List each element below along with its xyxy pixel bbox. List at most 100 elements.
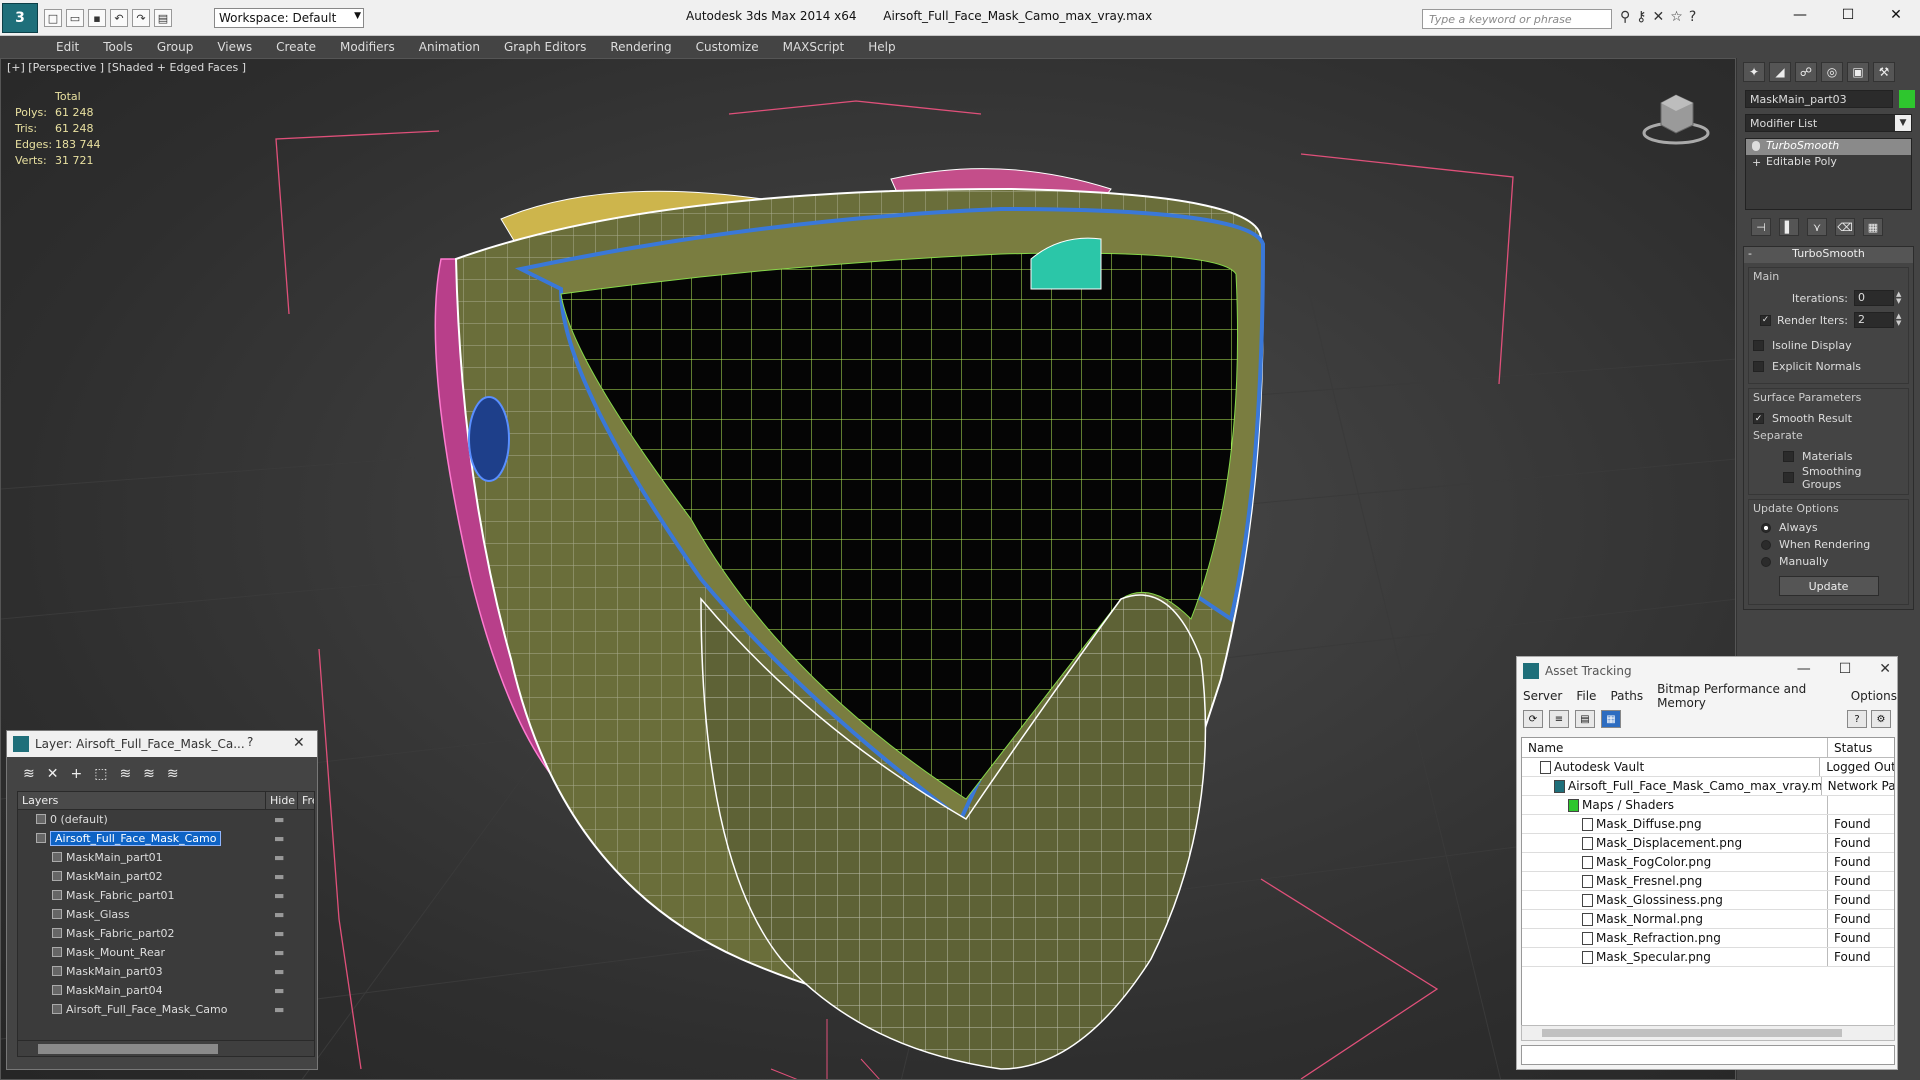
column-layers[interactable]: Layers bbox=[18, 792, 266, 809]
menu-rendering[interactable]: Rendering bbox=[610, 40, 671, 54]
menu-edit[interactable]: Edit bbox=[56, 40, 79, 54]
asset-row[interactable]: Autodesk Vault Logged Out bbox=[1522, 758, 1894, 777]
menu-server[interactable]: Server bbox=[1523, 689, 1562, 703]
configure-sets-icon[interactable]: ▦ bbox=[1863, 218, 1883, 236]
asset-row[interactable]: Mask_Glossiness.png Found bbox=[1522, 891, 1894, 910]
close-button[interactable]: ✕ bbox=[1872, 0, 1920, 30]
layer-row[interactable]: Mask_Mount_Rear ▬ bbox=[18, 943, 314, 962]
render-iters-spinner[interactable]: 2 bbox=[1854, 312, 1894, 328]
close-button[interactable]: ✕ bbox=[1879, 661, 1891, 677]
hide-toggle-icon[interactable]: ▬ bbox=[274, 889, 284, 902]
minimize-button[interactable]: — bbox=[1797, 661, 1811, 677]
menu-file[interactable]: File bbox=[1576, 689, 1596, 703]
exchange-icon[interactable]: ✕ bbox=[1653, 9, 1665, 25]
table-view-icon[interactable]: ▦ bbox=[1601, 710, 1621, 728]
key-icon[interactable]: ⚷ bbox=[1636, 9, 1646, 25]
refresh-icon[interactable]: ⟳ bbox=[1523, 710, 1543, 728]
asset-path-field[interactable] bbox=[1521, 1045, 1895, 1065]
close-icon[interactable]: ✕ bbox=[293, 735, 305, 751]
select-in-layer-icon[interactable]: ⬚ bbox=[94, 766, 107, 782]
motion-tab-icon[interactable]: ◎ bbox=[1821, 62, 1843, 82]
menu-help[interactable]: Help bbox=[868, 40, 895, 54]
object-color-swatch[interactable] bbox=[1899, 90, 1915, 108]
workspace-dropdown[interactable]: Workspace: Default ▼ bbox=[214, 8, 364, 28]
materials-checkbox[interactable] bbox=[1783, 451, 1794, 462]
asset-row[interactable]: Mask_Displacement.png Found bbox=[1522, 834, 1894, 853]
modify-tab-icon[interactable]: ◢ bbox=[1769, 62, 1791, 82]
hide-toggle-icon[interactable]: ▬ bbox=[274, 908, 284, 921]
iterations-spinner[interactable]: 0 bbox=[1854, 290, 1894, 306]
help-icon[interactable]: ? bbox=[1689, 9, 1696, 25]
update-button[interactable]: Update bbox=[1778, 576, 1879, 596]
layer-row[interactable]: Airsoft_Full_Face_Mask_Camo ▬ bbox=[18, 829, 314, 848]
layer-row[interactable]: MaskMain_part04 ▬ bbox=[18, 981, 314, 1000]
freeze-all-layers-icon[interactable]: ≋ bbox=[167, 766, 179, 782]
undo-icon[interactable]: ↶ bbox=[110, 9, 128, 27]
hide-toggle-icon[interactable]: ▬ bbox=[274, 984, 284, 997]
always-radio[interactable] bbox=[1761, 522, 1771, 533]
save-icon[interactable]: ▪ bbox=[88, 9, 106, 27]
column-status[interactable]: Status bbox=[1828, 738, 1878, 757]
menu-bitmap-performance[interactable]: Bitmap Performance and Memory bbox=[1657, 682, 1837, 710]
lightbulb-icon[interactable] bbox=[1752, 141, 1760, 151]
menu-group[interactable]: Group bbox=[157, 40, 194, 54]
hide-toggle-icon[interactable]: ▬ bbox=[274, 870, 284, 883]
menu-modifiers[interactable]: Modifiers bbox=[340, 40, 395, 54]
layer-row[interactable]: 0 (default) ▬ bbox=[18, 810, 314, 829]
column-freeze[interactable]: Fre bbox=[298, 792, 314, 809]
rollout-header[interactable]: - TurboSmooth bbox=[1744, 247, 1913, 263]
help-icon[interactable]: ? bbox=[247, 735, 253, 749]
column-hide[interactable]: Hide bbox=[266, 792, 298, 809]
horizontal-scrollbar[interactable] bbox=[1521, 1025, 1895, 1041]
maximize-button[interactable]: ☐ bbox=[1824, 0, 1872, 30]
stack-item-turbosmooth[interactable]: TurboSmooth bbox=[1746, 139, 1911, 155]
redo-icon[interactable]: ↷ bbox=[132, 9, 150, 27]
stack-item-editable-poly[interactable]: + Editable Poly bbox=[1746, 155, 1911, 171]
help-icon[interactable]: ? bbox=[1847, 710, 1867, 728]
asset-row[interactable]: Mask_Diffuse.png Found bbox=[1522, 815, 1894, 834]
asset-row[interactable]: Mask_Refraction.png Found bbox=[1522, 929, 1894, 948]
isoline-display-checkbox[interactable] bbox=[1753, 340, 1764, 351]
expand-plus-icon[interactable]: + bbox=[1752, 156, 1761, 169]
layer-row[interactable]: Airsoft_Full_Face_Mask_Camo ▬ bbox=[18, 1000, 314, 1019]
asset-row[interactable]: Mask_Specular.png Found bbox=[1522, 948, 1894, 967]
render-iters-checkbox[interactable]: ✓ bbox=[1760, 314, 1772, 326]
create-tab-icon[interactable]: ✦ bbox=[1743, 62, 1765, 82]
app-logo-icon[interactable]: 3 bbox=[2, 3, 38, 33]
menu-tools[interactable]: Tools bbox=[103, 40, 133, 54]
select-layer-icon[interactable]: ≋ bbox=[119, 766, 131, 782]
menu-paths[interactable]: Paths bbox=[1610, 689, 1643, 703]
add-to-layer-icon[interactable]: + bbox=[70, 766, 82, 782]
layer-row[interactable]: MaskMain_part01 ▬ bbox=[18, 848, 314, 867]
smooth-result-checkbox[interactable]: ✓ bbox=[1753, 413, 1764, 424]
utilities-tab-icon[interactable]: ⚒ bbox=[1873, 62, 1895, 82]
menu-views[interactable]: Views bbox=[217, 40, 252, 54]
display-tab-icon[interactable]: ▣ bbox=[1847, 62, 1869, 82]
hide-toggle-icon[interactable]: ▬ bbox=[274, 832, 284, 845]
open-file-icon[interactable]: ▭ bbox=[66, 9, 84, 27]
minimize-button[interactable]: — bbox=[1776, 0, 1824, 30]
layer-row[interactable]: MaskMain_part03 ▬ bbox=[18, 962, 314, 981]
smoothing-groups-checkbox[interactable] bbox=[1783, 472, 1794, 483]
viewport-label[interactable]: [+] [Perspective ] [Shaded + Edged Faces… bbox=[7, 61, 246, 74]
layer-row[interactable]: MaskMain_part02 ▬ bbox=[18, 867, 314, 886]
menu-create[interactable]: Create bbox=[276, 40, 316, 54]
asset-row[interactable]: Mask_Fresnel.png Found bbox=[1522, 872, 1894, 891]
binoculars-icon[interactable]: ⚲ bbox=[1620, 9, 1630, 25]
horizontal-scrollbar[interactable] bbox=[18, 1040, 314, 1056]
asset-row[interactable]: Maps / Shaders bbox=[1522, 796, 1894, 815]
hide-toggle-icon[interactable]: ▬ bbox=[274, 965, 284, 978]
favorites-star-icon[interactable]: ☆ bbox=[1670, 9, 1683, 25]
spinner-arrows-icon[interactable]: ▲ ▼ bbox=[1896, 291, 1904, 305]
thumbnail-view-icon[interactable]: ▤ bbox=[1575, 710, 1595, 728]
column-name[interactable]: Name bbox=[1522, 738, 1828, 757]
asset-row[interactable]: Airsoft_Full_Face_Mask_Camo_max_vray.max… bbox=[1522, 777, 1894, 796]
create-layer-icon[interactable]: ≋ bbox=[23, 766, 35, 782]
project-folder-icon[interactable]: ▤ bbox=[154, 9, 172, 27]
layer-row[interactable]: Mask_Fabric_part02 ▬ bbox=[18, 924, 314, 943]
explicit-normals-checkbox[interactable] bbox=[1753, 361, 1764, 372]
scrollbar-thumb[interactable] bbox=[38, 1044, 218, 1054]
asset-row[interactable]: Mask_FogColor.png Found bbox=[1522, 853, 1894, 872]
manually-radio[interactable] bbox=[1761, 556, 1771, 567]
show-end-result-icon[interactable]: ▌ bbox=[1779, 218, 1799, 236]
